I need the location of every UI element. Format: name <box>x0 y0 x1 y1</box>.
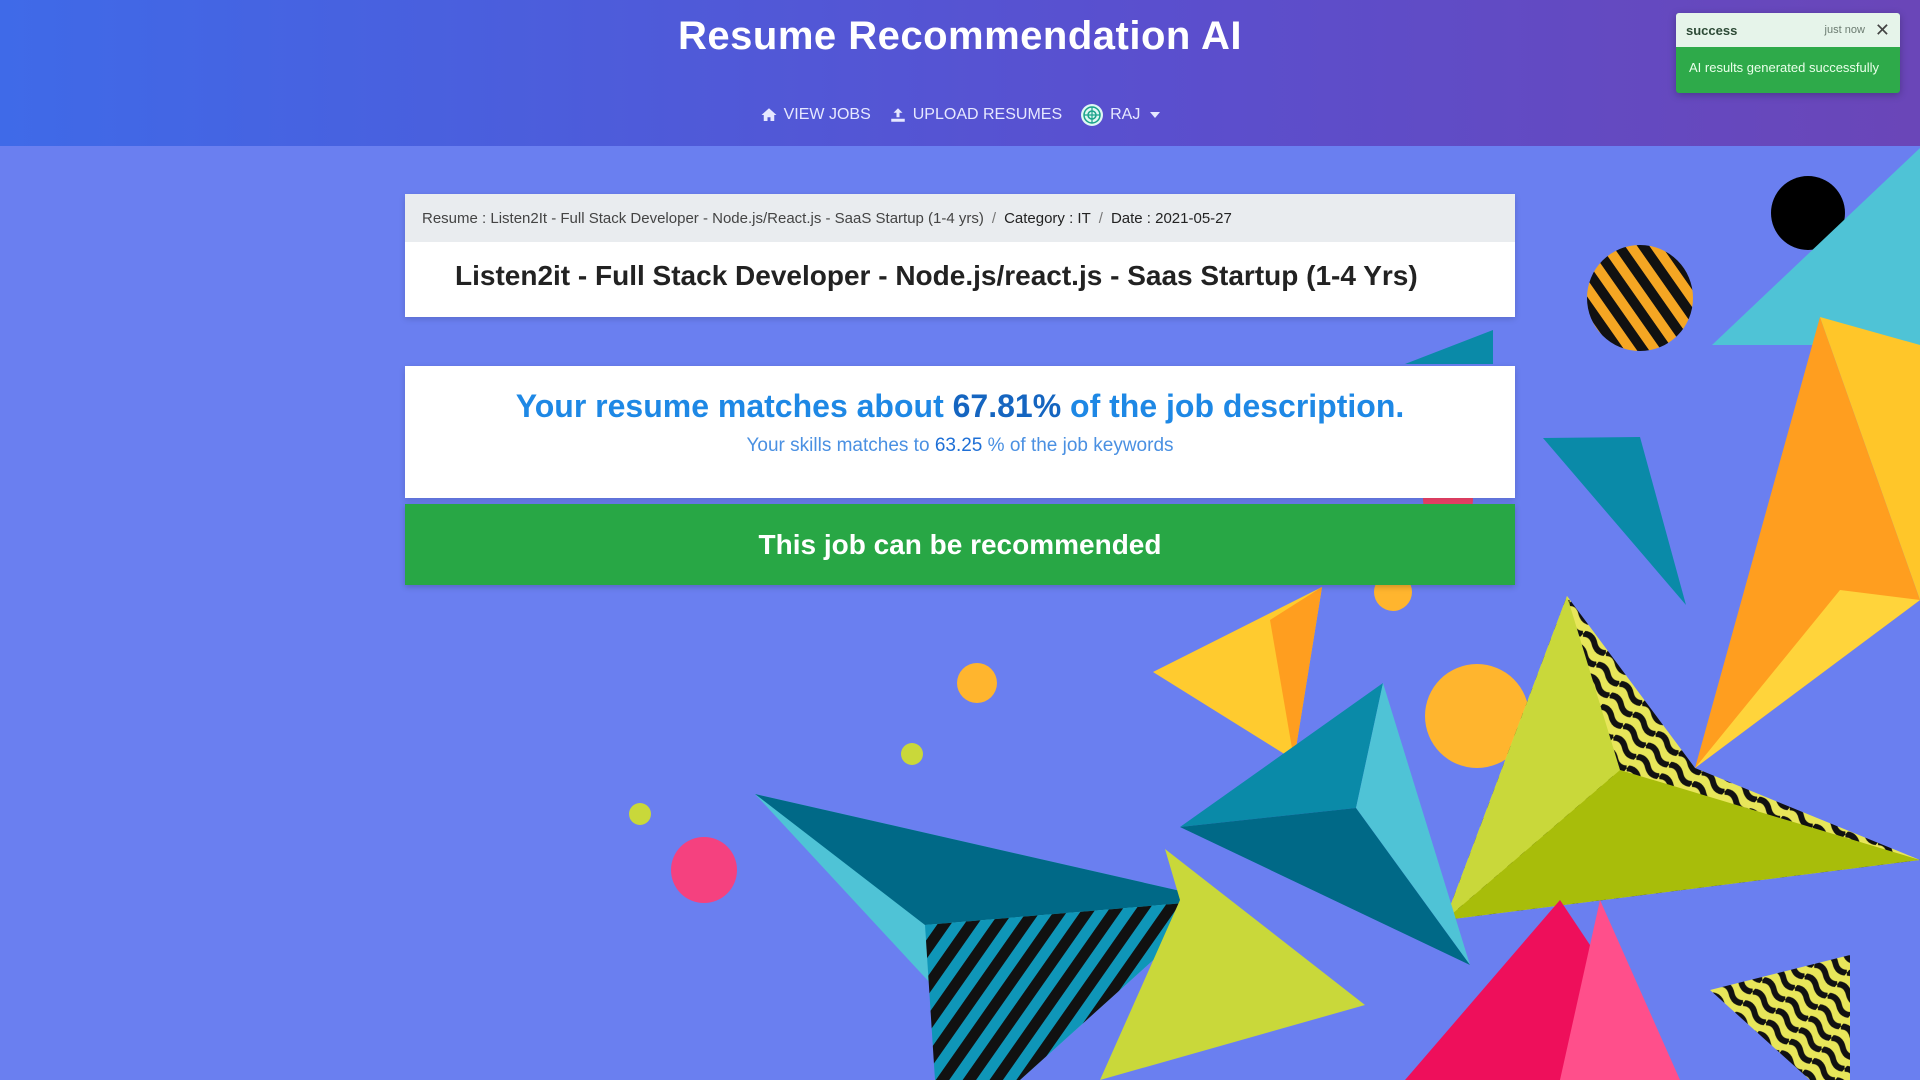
match-summary: Your resume matches about 67.81% of the … <box>405 388 1515 425</box>
upload-icon <box>891 108 905 122</box>
match-percent: 67.81% <box>952 388 1062 424</box>
skills-prefix: Your skills matches to <box>746 435 930 456</box>
skills-percent: 63.25 <box>934 435 983 456</box>
nav-view-jobs-label: VIEW JOBS <box>783 106 871 123</box>
nav-user-menu[interactable]: RAJ <box>1080 103 1161 127</box>
skills-suffix: % of the job keywords <box>987 435 1174 456</box>
nav-upload-resumes[interactable]: UPLOAD RESUMES <box>889 106 1062 124</box>
main-nav: VIEW JOBS UPLOAD RESUMES RAJ <box>0 103 1920 127</box>
toast-header: success just now ✕ <box>1676 13 1900 47</box>
match-suffix: of the job description. <box>1070 388 1405 424</box>
toast-time: just now <box>1824 24 1865 36</box>
job-info-card: Resume : Listen2It - Full Stack Develope… <box>405 194 1515 317</box>
user-avatar-icon <box>1081 104 1104 126</box>
recommendation-banner: This job can be recommended <box>405 504 1515 585</box>
breadcrumb: Resume : Listen2It - Full Stack Develope… <box>405 194 1515 242</box>
breadcrumb-category[interactable]: Category : IT <box>1004 210 1091 227</box>
close-icon[interactable]: ✕ <box>1875 20 1890 41</box>
breadcrumb-separator: / <box>991 209 997 227</box>
match-prefix: Your resume matches about <box>515 388 944 424</box>
chevron-down-icon <box>1150 112 1161 118</box>
success-toast: success just now ✕ AI results generated … <box>1676 13 1900 93</box>
skills-summary: Your skills matches to 63.25 % of the jo… <box>405 435 1515 457</box>
breadcrumb-resume[interactable]: Resume : Listen2It - Full Stack Develope… <box>422 210 984 227</box>
header: Resume Recommendation AI VIEW JOBS UPLOA… <box>0 0 1920 146</box>
toast-title: success <box>1686 22 1738 38</box>
home-icon <box>761 108 777 121</box>
toast-message: AI results generated successfully <box>1689 60 1880 75</box>
nav-user-label: RAJ <box>1110 106 1141 123</box>
job-title: Listen2it - Full Stack Developer - Node.… <box>455 260 1418 291</box>
nav-upload-resumes-label: UPLOAD RESUMES <box>912 106 1063 123</box>
nav-view-jobs[interactable]: VIEW JOBS <box>760 106 871 124</box>
breadcrumb-separator: / <box>1098 209 1103 227</box>
breadcrumb-date: Date : 2021-05-27 <box>1110 209 1232 227</box>
match-card: Your resume matches about 67.81% of the … <box>405 366 1515 498</box>
brand-title[interactable]: Resume Recommendation AI <box>0 14 1920 59</box>
